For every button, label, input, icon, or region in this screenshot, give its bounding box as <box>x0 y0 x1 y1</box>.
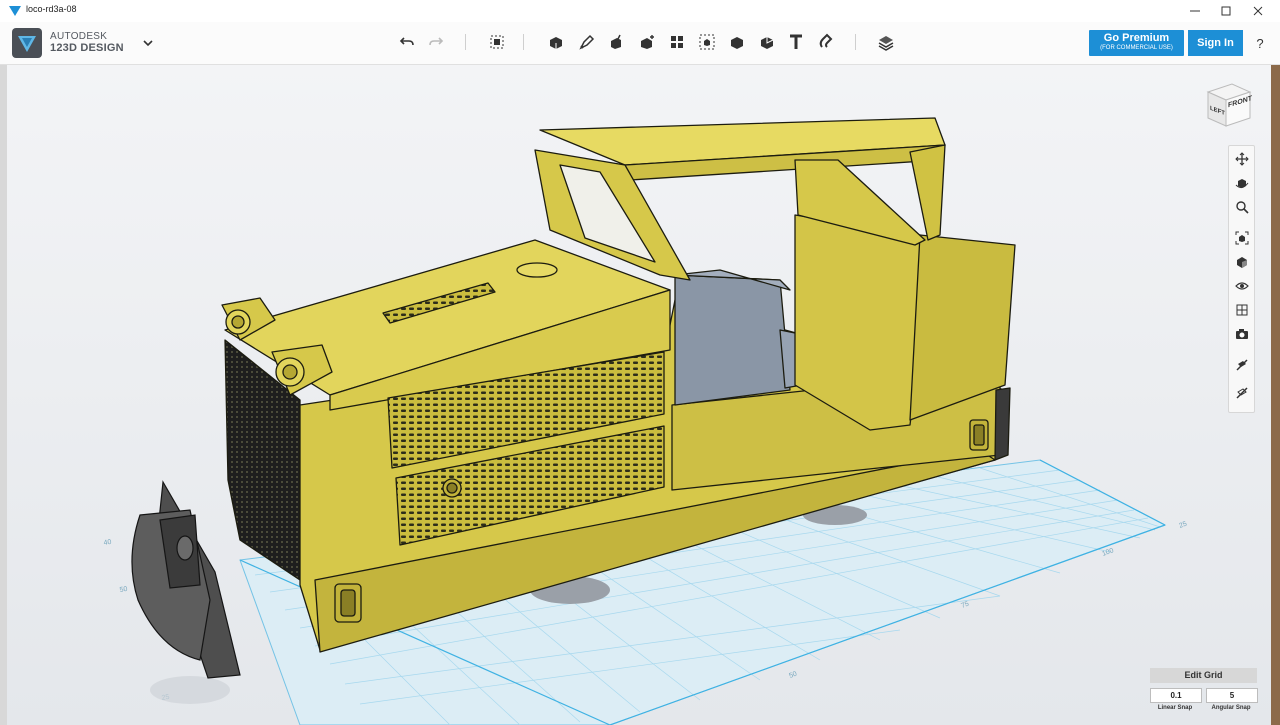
left-edge-strip <box>0 65 7 725</box>
app-menu-button[interactable] <box>140 36 156 50</box>
grid-axis-label: 40 <box>103 539 112 547</box>
construct-button[interactable] <box>605 31 627 53</box>
grid-axis-label: 50 <box>119 586 128 594</box>
sign-in-button[interactable]: Sign In <box>1188 30 1243 56</box>
zoom-button[interactable] <box>1232 197 1251 216</box>
outline-button[interactable] <box>1232 383 1251 402</box>
orbit-button[interactable] <box>1232 173 1251 192</box>
visibility-button[interactable] <box>1232 276 1251 295</box>
premium-sublabel: (FOR COMMERCIAL USE) <box>1100 45 1173 51</box>
transform-icon <box>490 35 504 49</box>
brand-line1: AUTODESK <box>50 31 108 42</box>
view-cube[interactable]: LEFT FRONT <box>1200 80 1255 130</box>
fit-icon <box>1235 231 1248 244</box>
navigation-bar <box>1228 145 1255 413</box>
text-button[interactable] <box>785 31 807 53</box>
close-icon <box>1253 6 1263 16</box>
modify-button[interactable] <box>636 31 658 53</box>
orbit-icon <box>1235 178 1248 188</box>
angular-snap-label: Angular Snap <box>1211 705 1251 711</box>
window-title-bar: loco-rd3a-08 <box>0 0 1280 23</box>
bumper-shadow <box>150 676 230 704</box>
minimize-button[interactable] <box>1180 0 1210 22</box>
material-button[interactable] <box>875 31 897 53</box>
view-mode-button[interactable] <box>1232 252 1251 271</box>
camera-button[interactable] <box>1232 324 1251 343</box>
combine-button[interactable] <box>726 31 748 53</box>
main-toolbar: AUTODESK 123D DESIGN Go Premium (FOR COM… <box>0 22 1280 65</box>
text-icon <box>790 34 802 49</box>
construct-icon <box>611 34 621 49</box>
material-icon <box>878 36 894 51</box>
primitives-button[interactable] <box>545 31 567 53</box>
primitives-icon <box>550 37 562 49</box>
toolbar-divider <box>523 34 524 50</box>
sketch-button[interactable] <box>576 31 598 53</box>
snap-button[interactable] <box>815 31 837 53</box>
viewport-3d[interactable]: 100 75 50 25 25 50 40 <box>7 65 1271 725</box>
group-button[interactable] <box>696 31 718 53</box>
close-button[interactable] <box>1243 0 1273 22</box>
edit-grid-panel: Edit Grid 0.1 5 Linear Snap Angular Snap <box>1150 668 1258 718</box>
fit-button[interactable] <box>1232 228 1251 247</box>
linear-snap-label: Linear Snap <box>1157 705 1193 711</box>
view-cube-icon: LEFT FRONT <box>1206 83 1253 127</box>
modify-icon <box>641 35 654 49</box>
undo-icon <box>399 37 414 46</box>
material-view-icon <box>1236 304 1247 315</box>
redo-icon <box>429 37 444 46</box>
pan-button[interactable] <box>1232 149 1251 168</box>
toolbar-divider <box>465 34 466 50</box>
toolbar-divider <box>855 34 856 50</box>
brand-line2: 123D DESIGN <box>50 42 124 54</box>
help-button[interactable]: ? <box>1252 35 1268 51</box>
window-title: loco-rd3a-08 <box>26 4 77 14</box>
outline-icon <box>1235 386 1248 399</box>
app-icon <box>9 6 21 16</box>
sketch-icon <box>579 34 595 50</box>
undo-button[interactable] <box>396 31 418 53</box>
group-icon <box>699 34 715 50</box>
combine-icon <box>731 37 743 49</box>
pan-icon <box>1234 151 1249 166</box>
right-edge-strip <box>1271 65 1280 725</box>
go-premium-button[interactable]: Go Premium (FOR COMMERCIAL USE) <box>1089 30 1184 56</box>
measure-button[interactable] <box>756 31 778 53</box>
edit-grid-button[interactable]: Edit Grid <box>1150 668 1257 683</box>
zoom-icon <box>1235 200 1249 214</box>
linear-snap-field[interactable]: 0.1 <box>1150 688 1202 703</box>
visibility-icon <box>1234 281 1249 290</box>
transform-button[interactable] <box>486 31 508 53</box>
maximize-icon <box>1221 6 1231 16</box>
maximize-button[interactable] <box>1211 0 1241 22</box>
pattern-button[interactable] <box>666 31 688 53</box>
scene-canvas: 100 75 50 25 25 50 40 <box>7 65 1271 725</box>
minimize-icon <box>1190 10 1200 12</box>
app-logo[interactable] <box>12 28 42 58</box>
grid-snap-button[interactable] <box>1232 355 1251 374</box>
material-view-button[interactable] <box>1232 300 1251 319</box>
premium-label: Go Premium <box>1103 32 1170 44</box>
snap-icon <box>819 33 833 48</box>
camera-icon <box>1235 328 1248 339</box>
view-mode-icon <box>1236 256 1247 268</box>
angular-snap-field[interactable]: 5 <box>1206 688 1258 703</box>
chevron-down-icon <box>143 40 153 47</box>
measure-icon <box>761 37 774 49</box>
pattern-icon <box>671 36 683 48</box>
grid-snap-icon <box>1235 358 1248 371</box>
redo-button[interactable] <box>425 31 447 53</box>
logo-icon <box>18 36 36 52</box>
